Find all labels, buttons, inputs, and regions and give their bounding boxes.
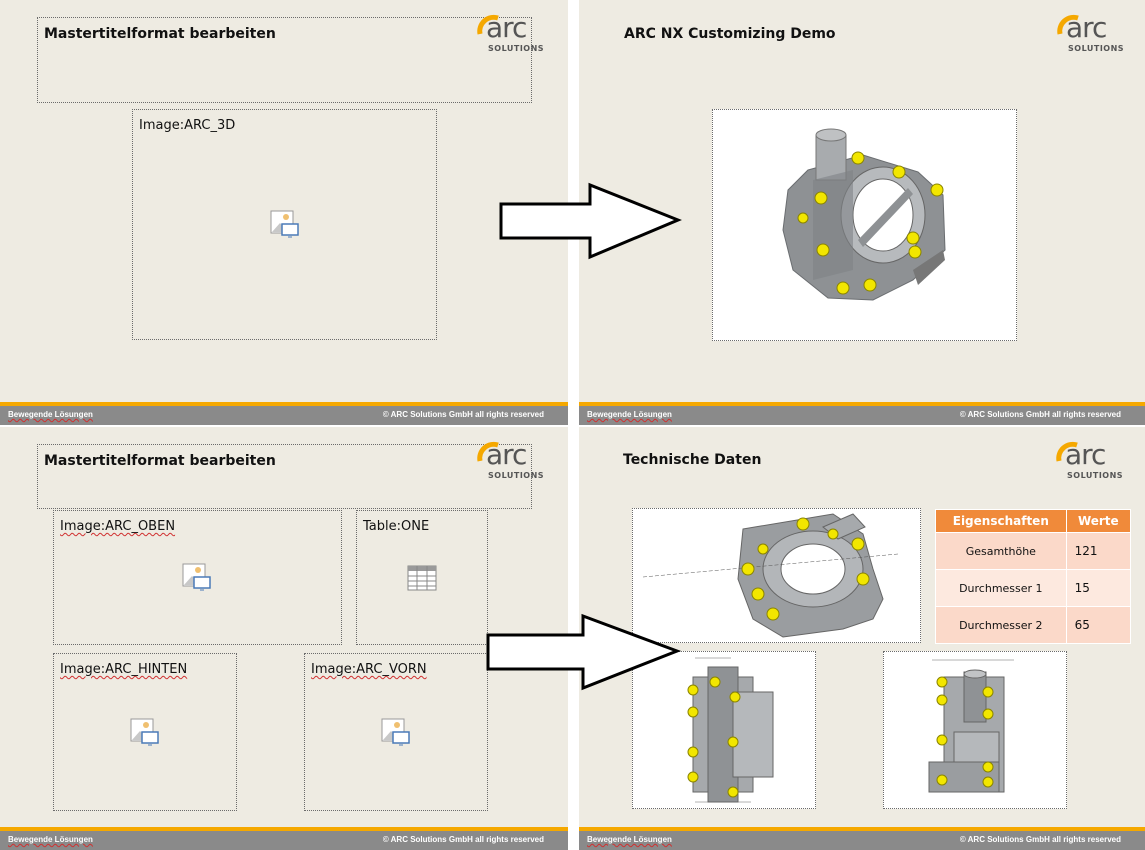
footer-slogan: Bewegende Lösungen <box>8 835 93 844</box>
insert-picture-icon <box>182 563 211 591</box>
table-cell: Gesamthöhe <box>935 532 1067 570</box>
insert-picture-icon <box>130 718 159 746</box>
table-placeholder-one[interactable]: Table:ONE <box>356 510 488 645</box>
footer-copyright: © ARC Solutions GmbH all rights reserved <box>959 410 1121 419</box>
part-3d-render <box>782 128 946 301</box>
table-row: Durchmesser 2 65 <box>935 606 1132 644</box>
slide-master-top-left[interactable]: Mastertitelformat bearbeiten arc SOLUTIO… <box>0 0 568 425</box>
image-placeholder-arc-oben[interactable]: Image:ARC_OBEN <box>53 510 342 645</box>
arc-logo: arc SOLUTIONS <box>1056 12 1124 58</box>
image-arc-3d[interactable] <box>712 109 1017 341</box>
slide-title: Mastertitelformat bearbeiten <box>44 26 276 42</box>
table-cell: Durchmesser 2 <box>935 606 1067 644</box>
footer-bar: Bewegende Lösungen © ARC Solutions GmbH … <box>0 831 568 850</box>
table-header: Werte <box>1065 509 1132 533</box>
insert-table-icon <box>407 565 437 591</box>
footer-copyright: © ARC Solutions GmbH all rights reserved <box>382 835 544 844</box>
footer-slogan: Bewegende Lösungen <box>587 410 672 419</box>
footer-bar: Bewegende Lösungen © ARC Solutions GmbH … <box>579 831 1145 850</box>
footer-copyright: © ARC Solutions GmbH all rights reserved <box>959 835 1121 844</box>
slide-title: Mastertitelformat bearbeiten <box>44 453 276 469</box>
arc-logo: arc SOLUTIONS <box>476 439 544 485</box>
title-placeholder[interactable]: Mastertitelformat bearbeiten <box>37 444 532 509</box>
right-arrow-icon <box>499 182 682 260</box>
part-front-view <box>928 659 1014 793</box>
placeholder-label: Image:ARC_HINTEN <box>60 662 188 677</box>
image-placeholder-arc-hinten[interactable]: Image:ARC_HINTEN <box>53 653 237 811</box>
table-row: Durchmesser 1 15 <box>935 569 1132 607</box>
slide-master-bottom-left[interactable]: Mastertitelformat bearbeiten arc SOLUTIO… <box>0 427 568 850</box>
footer-slogan: Bewegende Lösungen <box>587 835 672 844</box>
footer-slogan: Bewegende Lösungen <box>8 410 93 419</box>
image-arc-vorn[interactable] <box>883 651 1067 809</box>
footer-bar: Bewegende Lösungen © ARC Solutions GmbH … <box>0 406 568 425</box>
table-row: Gesamthöhe 121 <box>935 532 1132 570</box>
footer-bar: Bewegende Lösungen © ARC Solutions GmbH … <box>579 406 1145 425</box>
slide-title: ARC NX Customizing Demo <box>624 26 836 42</box>
table-header: Eigenschaften <box>935 509 1067 533</box>
placeholder-label: Table:ONE <box>363 519 430 534</box>
slide-title: Technische Daten <box>623 452 762 468</box>
arc-logo: arc SOLUTIONS <box>476 12 544 58</box>
placeholder-label: Image:ARC_3D <box>139 118 236 133</box>
insert-picture-icon <box>270 210 299 238</box>
table-cell: Durchmesser 1 <box>935 569 1067 607</box>
image-placeholder-arc-3d[interactable]: Image:ARC_3D <box>132 109 437 340</box>
table-cell: 15 <box>1065 569 1132 607</box>
table-cell: 121 <box>1065 532 1132 570</box>
footer-copyright: © ARC Solutions GmbH all rights reserved <box>382 410 544 419</box>
table-cell: 65 <box>1065 606 1132 644</box>
arc-logo: arc SOLUTIONS <box>1055 439 1123 485</box>
technical-data-table: Eigenschaften Werte Gesamthöhe 121 Durch… <box>935 509 1132 644</box>
right-arrow-icon <box>486 613 682 691</box>
insert-picture-icon <box>381 718 410 746</box>
placeholder-label: Image:ARC_VORN <box>311 662 427 677</box>
image-placeholder-arc-vorn[interactable]: Image:ARC_VORN <box>304 653 488 811</box>
title-placeholder[interactable]: Mastertitelformat bearbeiten <box>37 17 532 103</box>
placeholder-label: Image:ARC_OBEN <box>60 519 176 534</box>
